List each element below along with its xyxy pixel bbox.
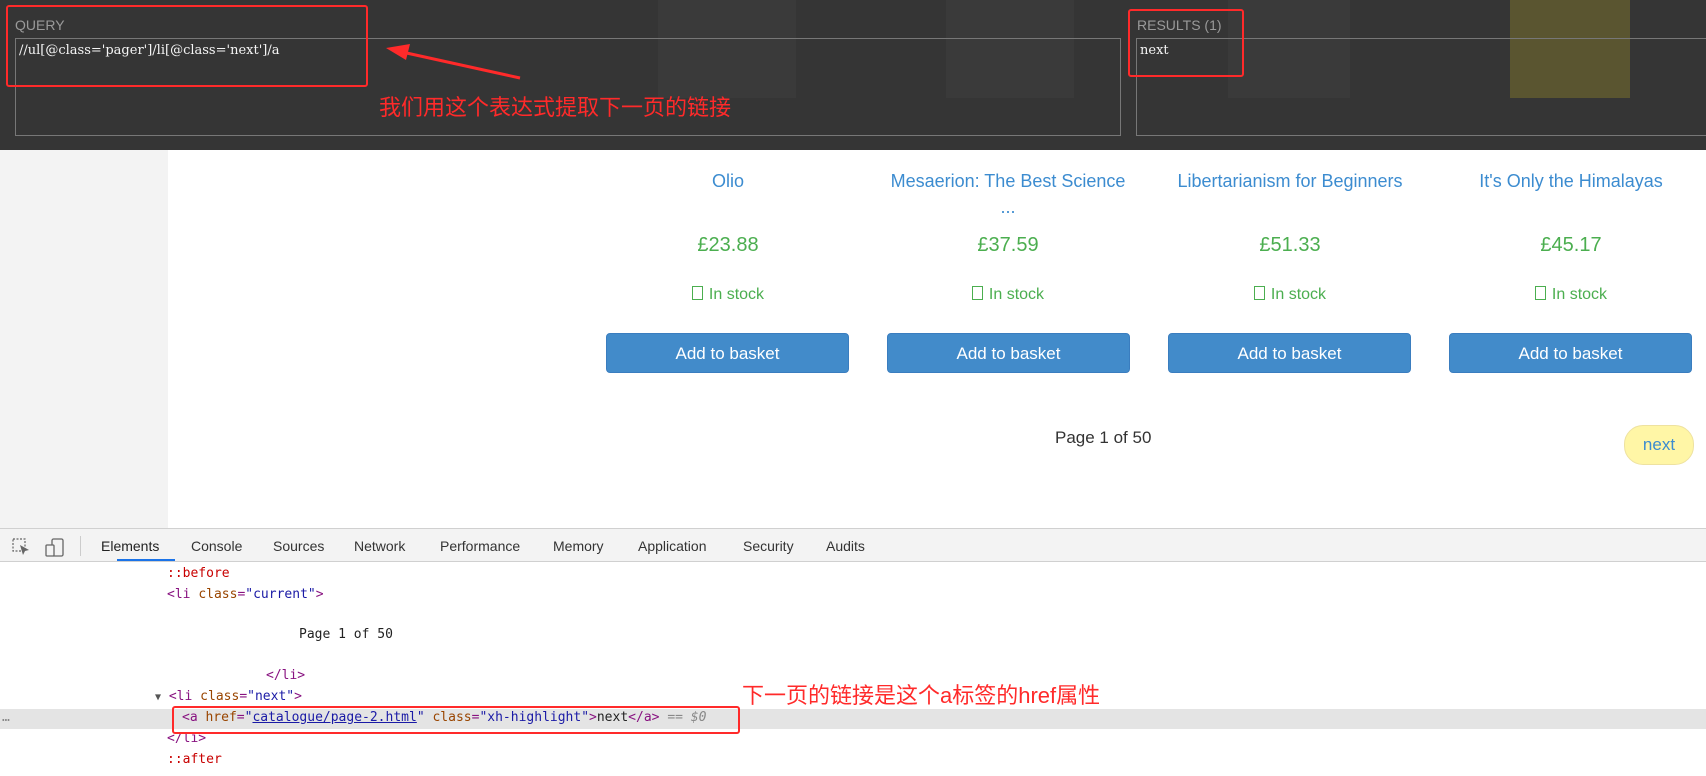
results-highlight-box (1128, 9, 1244, 77)
query-annotation: 我们用这个表达式提取下一页的链接 (379, 95, 732, 120)
dom-node-li-next[interactable]: ▼ <li class="next"> (155, 689, 302, 704)
product-price: £37.59 (977, 234, 1039, 256)
product-title-link[interactable]: It's Only the Himalayas (1446, 168, 1696, 194)
pager-current: Page 1 of 50 (1055, 428, 1152, 447)
inspect-element-icon[interactable] (12, 538, 32, 558)
anchor-highlight-box (172, 706, 740, 734)
stock-status: In stock (1446, 286, 1696, 304)
check-icon (1253, 286, 1265, 300)
tab-memory[interactable]: Memory (553, 538, 604, 554)
href-annotation: 下一页的链接是这个a标签的href属性 (742, 683, 1101, 708)
tab-audits[interactable]: Audits (826, 538, 865, 554)
toolbar-divider (80, 536, 81, 556)
tab-application[interactable]: Application (638, 538, 707, 554)
more-options-icon[interactable]: … (2, 710, 10, 725)
add-to-basket-button[interactable]: Add to basket (1449, 333, 1692, 373)
device-toolbar-icon[interactable] (44, 537, 66, 559)
query-highlight-box (6, 5, 368, 87)
check-icon (691, 286, 703, 300)
tab-sources[interactable]: Sources (273, 538, 324, 554)
product-price: £51.33 (1259, 234, 1321, 256)
product-title-link[interactable]: Mesaerion: The Best Science ... (883, 168, 1133, 220)
stock-status: In stock (1165, 286, 1415, 304)
add-to-basket-button[interactable]: Add to basket (606, 333, 849, 373)
tab-network[interactable]: Network (354, 538, 405, 554)
tab-security[interactable]: Security (743, 538, 794, 554)
product-title-link[interactable]: Olio (603, 168, 853, 194)
tab-performance[interactable]: Performance (440, 538, 520, 554)
product-price: £45.17 (1540, 234, 1602, 256)
add-to-basket-button[interactable]: Add to basket (1168, 333, 1411, 373)
stock-status: In stock (603, 286, 853, 304)
check-icon (971, 286, 983, 300)
dom-close-li[interactable]: </li> (266, 668, 305, 683)
tab-elements[interactable]: Elements (101, 538, 159, 554)
dom-pseudo-before[interactable]: ::before (167, 566, 230, 581)
tab-console[interactable]: Console (191, 538, 242, 554)
active-tab-indicator (117, 559, 175, 561)
dom-pseudo-after[interactable]: ::after (167, 752, 222, 767)
stock-status: In stock (883, 286, 1133, 304)
check-icon (1534, 286, 1546, 300)
product-title-link[interactable]: Libertarianism for Beginners (1165, 168, 1415, 194)
arrow-icon (386, 44, 521, 80)
dom-node-li-current[interactable]: <li class="current"> (167, 587, 324, 602)
dom-text-node[interactable]: Page 1 of 50 (299, 627, 393, 642)
product-price: £23.88 (697, 234, 759, 256)
pager-next-link[interactable]: next (1624, 425, 1694, 465)
expand-arrow-icon: ▼ (155, 692, 162, 703)
add-to-basket-button[interactable]: Add to basket (887, 333, 1130, 373)
